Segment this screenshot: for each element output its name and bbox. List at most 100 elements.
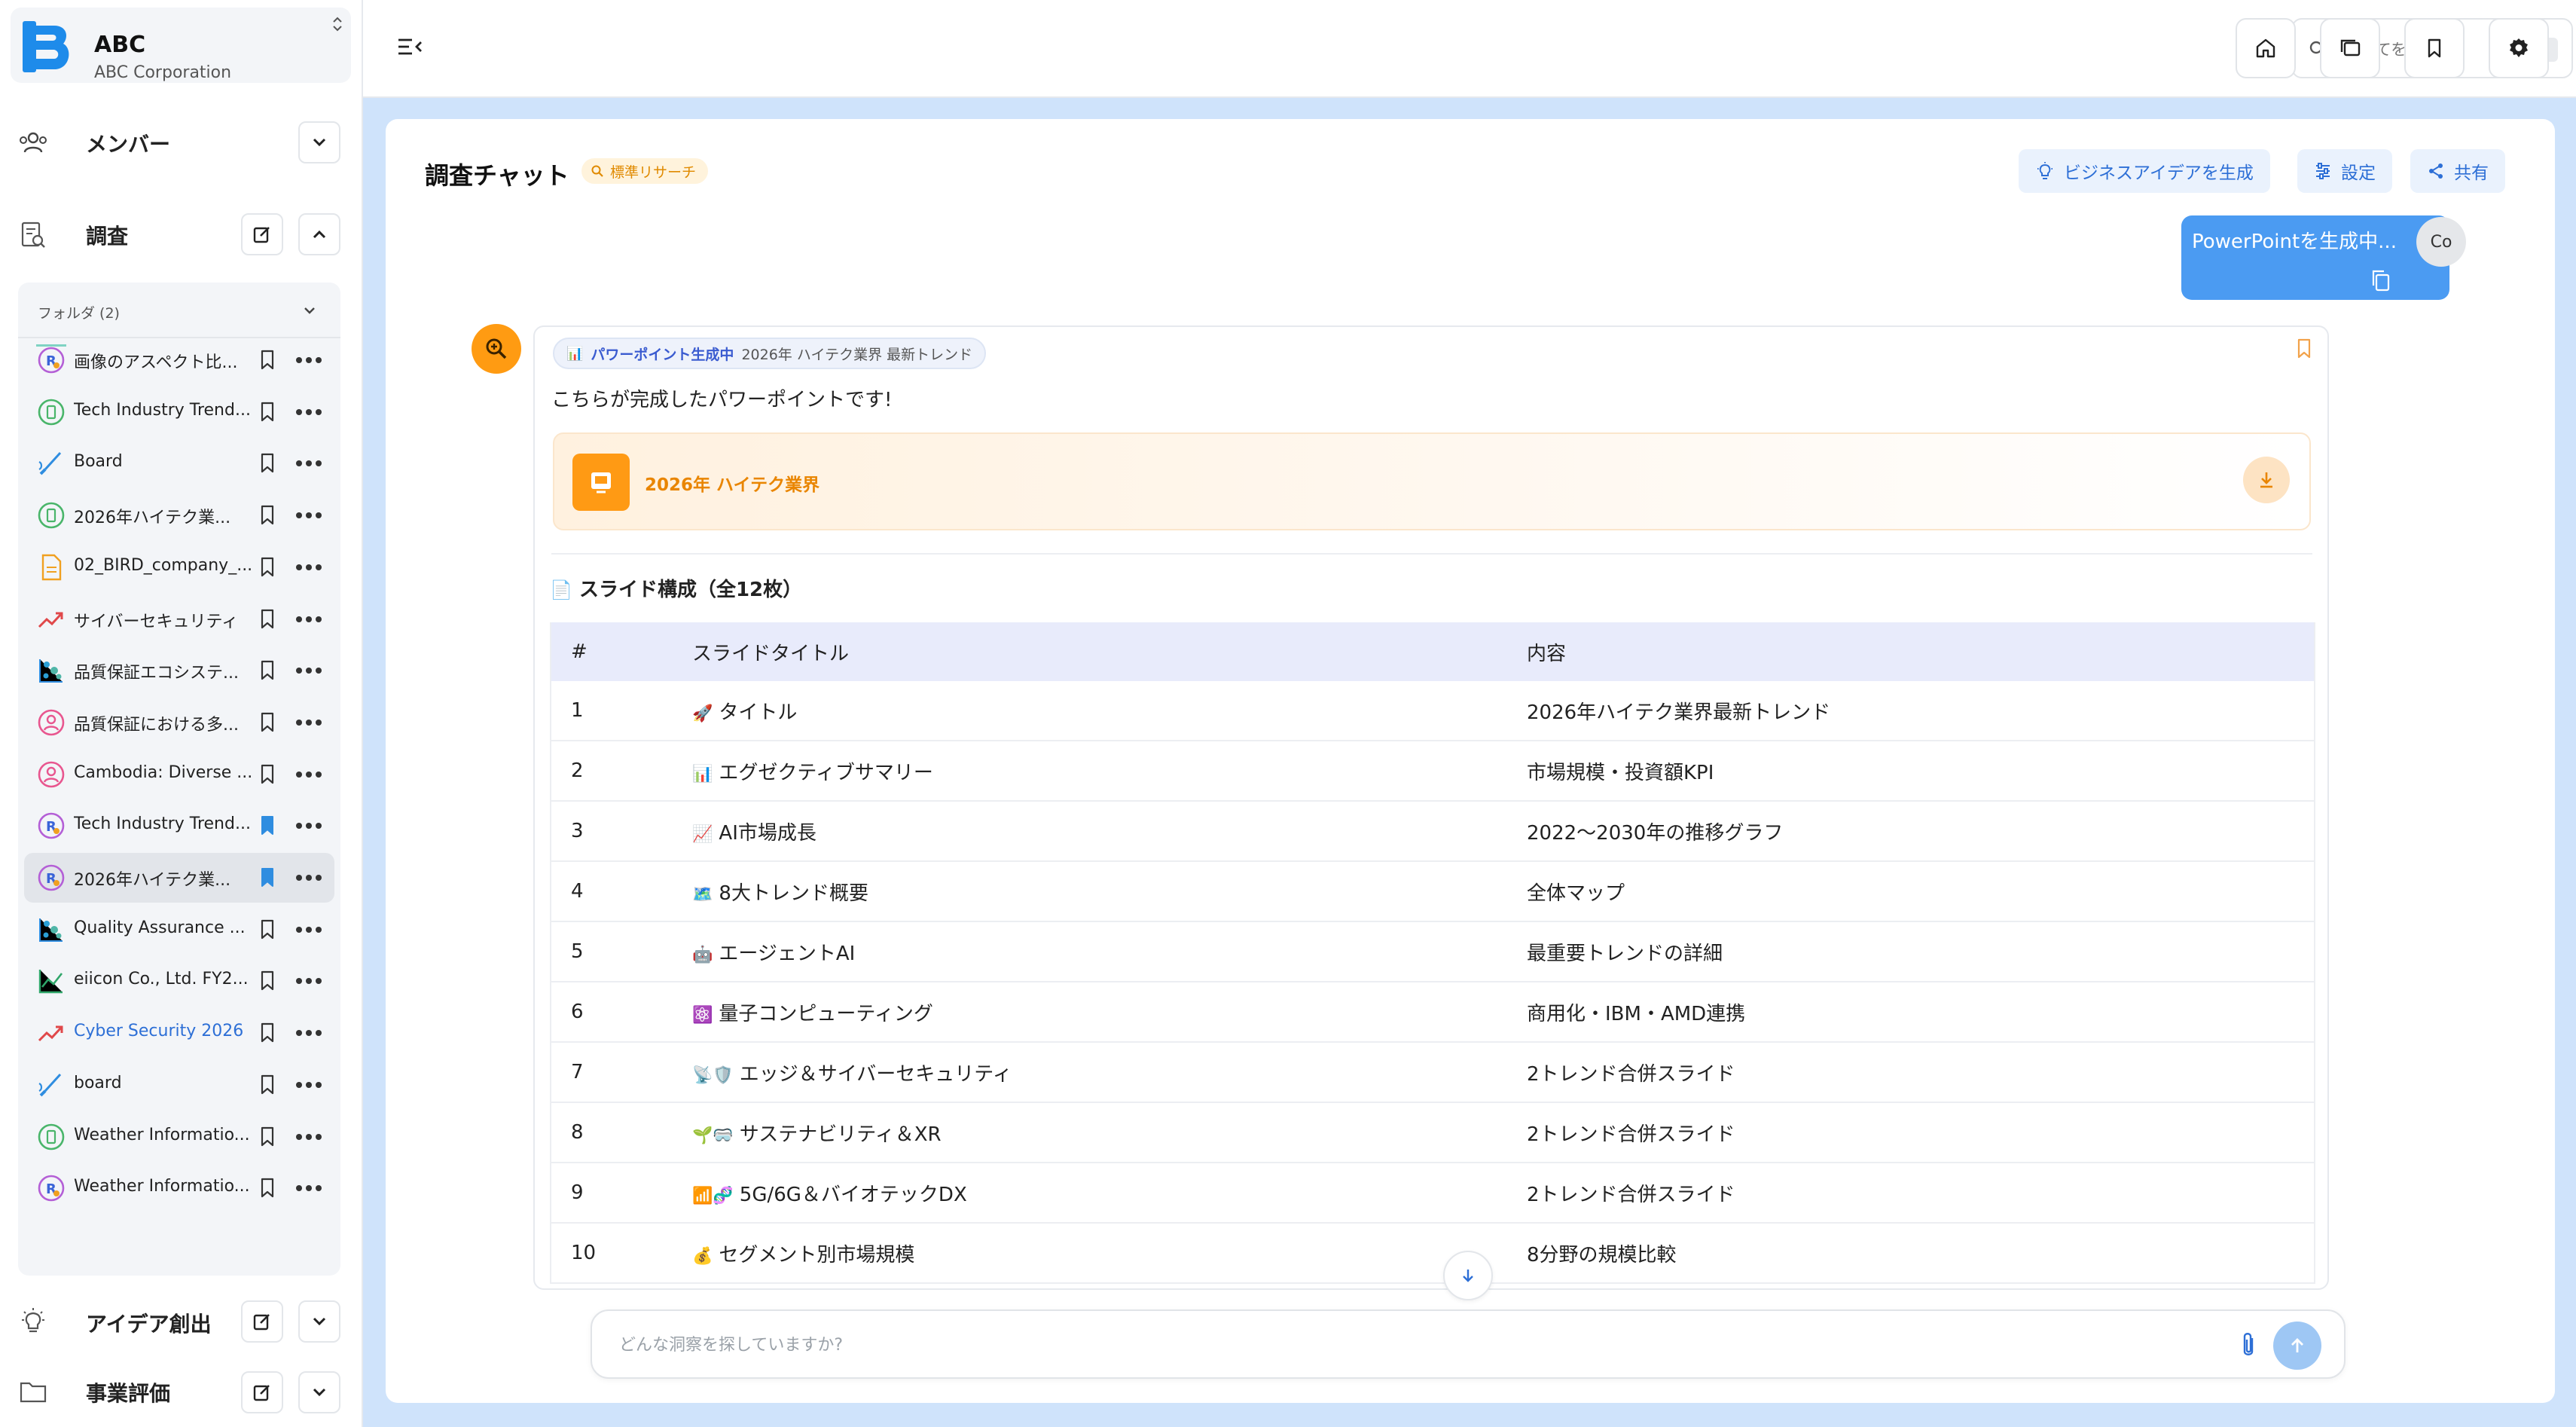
bookmark-icon[interactable] — [258, 1074, 277, 1096]
nav-members[interactable]: メンバー — [86, 128, 170, 158]
chat-settings-button[interactable]: 設定 — [2297, 149, 2392, 193]
scroll-to-bottom-button[interactable] — [1443, 1251, 1493, 1300]
slide-number: 1 — [551, 681, 692, 741]
more-options-icon[interactable] — [294, 563, 324, 572]
collapse-icon[interactable] — [330, 15, 345, 33]
more-options-icon[interactable] — [294, 666, 324, 675]
slide-content: 2トレンド合併スライド — [1527, 1163, 2315, 1224]
chat-input-box[interactable] — [591, 1309, 2346, 1379]
slide-number: 2 — [551, 741, 692, 802]
more-options-icon[interactable] — [294, 873, 324, 882]
slide-title: エグゼクティブサマリー — [719, 761, 933, 784]
file-name[interactable]: 2026年 ハイテク業界 — [645, 470, 819, 496]
ideas-expand-button[interactable] — [298, 1300, 340, 1343]
more-options-icon[interactable] — [294, 718, 324, 727]
bookmark-icon[interactable] — [258, 763, 277, 786]
chat-input[interactable] — [618, 1328, 2172, 1362]
brush-icon — [36, 448, 66, 478]
generate-ideas-label: ビジネスアイデアを生成 — [2064, 163, 2254, 183]
bookmark-icon[interactable] — [258, 556, 277, 579]
members-expand-button[interactable] — [298, 121, 340, 163]
slide-content: 最重要トレンドの詳細 — [1527, 921, 2315, 982]
slide-number: 4 — [551, 861, 692, 922]
slide-content: 市場規模・投資額KPI — [1527, 741, 2315, 802]
bookmark-icon[interactable] — [258, 1126, 277, 1148]
bookmark-icon[interactable] — [258, 1177, 277, 1199]
folder-item-label: 2026年ハイテク業... — [74, 509, 231, 527]
slide-title-cell: 📡🛡️ エッジ＆サイバーセキュリティ — [692, 1042, 1527, 1103]
bookmarks-button[interactable] — [2404, 18, 2465, 78]
user-avatar: Co — [2416, 217, 2466, 267]
folder-item-label: board — [74, 1074, 122, 1092]
library-icon — [2340, 39, 2361, 57]
bookmark-icon[interactable] — [258, 349, 277, 371]
share-button[interactable]: 共有 — [2410, 149, 2505, 193]
bookmark-filled-icon[interactable] — [258, 866, 277, 889]
slides-heading-text: スライド構成（全12枚） — [578, 579, 803, 601]
brand-title: ABC — [94, 32, 146, 58]
table-row: 4 🗺️ 8大トレンド概要 全体マップ — [551, 861, 2315, 922]
new-idea-button[interactable] — [241, 1300, 283, 1343]
more-options-icon[interactable] — [294, 1132, 324, 1141]
workspace-switcher[interactable]: ABC ABC Corporation — [11, 8, 351, 83]
bookmark-icon[interactable] — [258, 711, 277, 734]
bookmark-filled-icon[interactable] — [258, 814, 277, 837]
bookmark-icon[interactable] — [2294, 338, 2314, 360]
library-button[interactable] — [2320, 18, 2380, 78]
slide-emoji-icon: 🤖 — [692, 945, 713, 964]
bookmark-icon[interactable] — [258, 918, 277, 941]
folder-icon — [18, 1379, 48, 1404]
settings-button[interactable] — [2489, 18, 2549, 78]
more-options-icon[interactable] — [294, 1184, 324, 1193]
new-evaluation-button[interactable] — [241, 1371, 283, 1413]
slide-emoji-icon: 📊 — [692, 764, 713, 784]
bookmark-icon[interactable] — [258, 452, 277, 475]
more-options-icon[interactable] — [294, 976, 324, 985]
bookmark-icon[interactable] — [258, 608, 277, 631]
evaluation-expand-button[interactable] — [298, 1371, 340, 1413]
paperclip-icon[interactable] — [2239, 1331, 2258, 1361]
bookmark-icon[interactable] — [258, 970, 277, 992]
more-options-icon[interactable] — [294, 615, 324, 624]
bookmark-icon[interactable] — [258, 1022, 277, 1044]
ai-status-badge: 📊 パワーポイント生成中 2026年 ハイテク業界 最新トレンド — [553, 338, 987, 369]
home-button[interactable] — [2236, 18, 2296, 78]
gear-icon — [2510, 38, 2528, 57]
table-header-row: # スライドタイトル 内容 — [551, 622, 2315, 681]
generate-ideas-button[interactable]: ビジネスアイデアを生成 — [2019, 149, 2270, 193]
mode-badge-label: 標準リサーチ — [610, 163, 697, 181]
nav-evaluation[interactable]: 事業評価 — [86, 1377, 170, 1407]
more-options-icon[interactable] — [294, 459, 324, 468]
more-options-icon[interactable] — [294, 1080, 324, 1089]
more-options-icon[interactable] — [294, 770, 324, 779]
more-options-icon[interactable] — [294, 925, 324, 934]
folder-item-label: 画像のアスペクト比... — [74, 353, 238, 372]
more-options-icon[interactable] — [294, 356, 324, 365]
slide-title: 8大トレンド概要 — [719, 882, 868, 905]
download-button[interactable] — [2243, 457, 2290, 503]
bookmark-icon[interactable] — [258, 504, 277, 527]
bookmark-icon — [2428, 38, 2441, 58]
divider — [551, 553, 2312, 555]
memo-icon: 📄 — [550, 579, 572, 600]
new-research-button[interactable] — [241, 213, 283, 255]
slide-emoji-icon: 📶🧬 — [692, 1186, 734, 1205]
research-collapse-button[interactable] — [298, 213, 340, 255]
brand-logo-icon — [20, 18, 77, 75]
copy-icon[interactable] — [2370, 268, 2392, 292]
menu-collapse-icon[interactable] — [396, 35, 423, 59]
more-options-icon[interactable] — [294, 1028, 324, 1037]
slide-title-cell: 🌱🥽 サステナビリティ＆XR — [692, 1102, 1527, 1163]
nav-research[interactable]: 調査 — [86, 220, 128, 250]
mode-badge: 標準リサーチ — [581, 158, 709, 184]
send-button[interactable] — [2273, 1322, 2321, 1370]
more-options-icon[interactable] — [294, 821, 324, 830]
bookmark-icon[interactable] — [258, 401, 277, 423]
ai-status-topic: 2026年 ハイテク業界 最新トレンド — [741, 346, 973, 363]
more-options-icon[interactable] — [294, 408, 324, 417]
slide-title-cell: 💰 セグメント別市場規模 — [692, 1223, 1527, 1284]
bookmark-icon[interactable] — [258, 659, 277, 682]
slide-content: 2022〜2030年の推移グラフ — [1527, 801, 2315, 862]
nav-ideas[interactable]: アイデア創出 — [86, 1308, 212, 1338]
more-options-icon[interactable] — [294, 511, 324, 520]
